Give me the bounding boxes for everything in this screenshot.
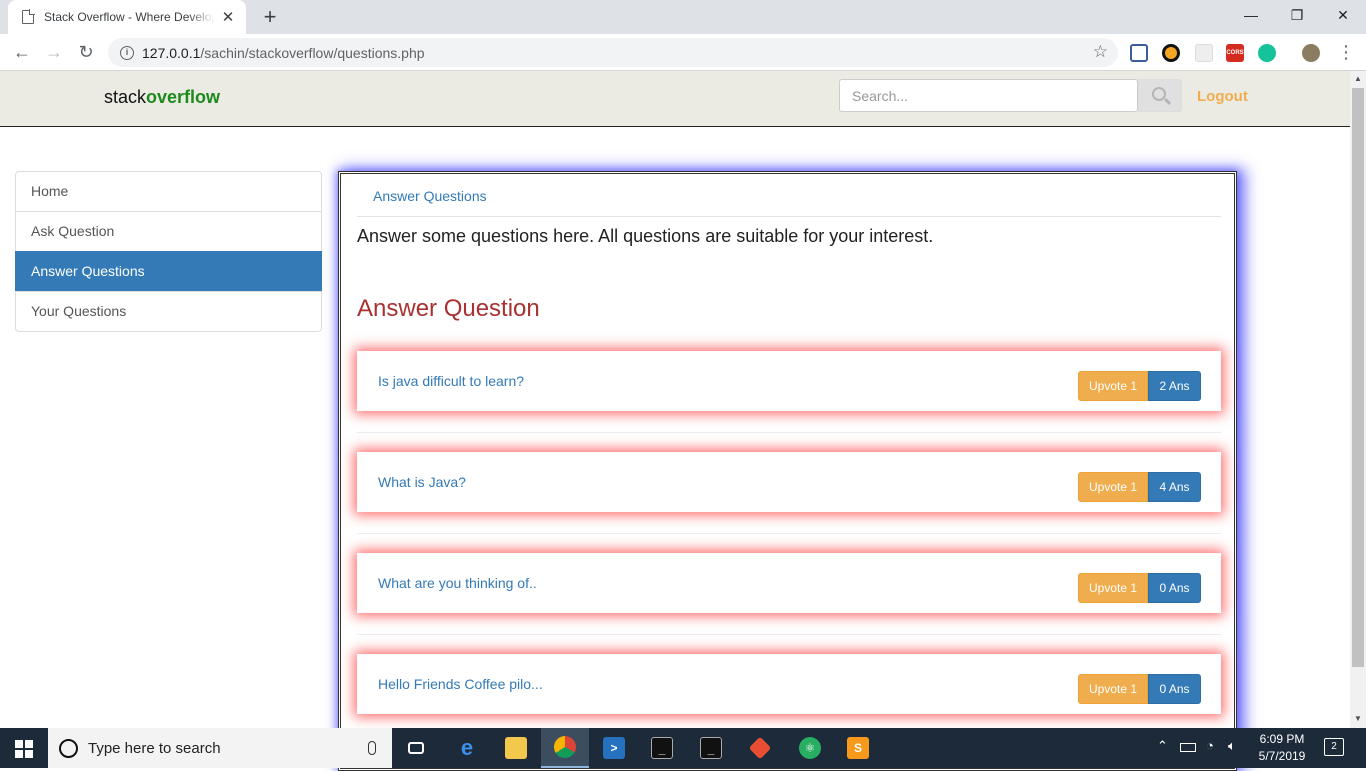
taskbar-clock[interactable]: 6:09 PM 5/7/2019 — [1252, 731, 1312, 765]
file-explorer-icon[interactable] — [492, 728, 540, 768]
edge-browser-icon[interactable]: e — [443, 728, 491, 768]
clock-time: 6:09 PM — [1259, 732, 1305, 746]
page-title: Answer Question — [357, 295, 540, 322]
search-icon — [1152, 87, 1166, 101]
sublime-text-icon[interactable]: S — [834, 728, 882, 768]
question-card: What are you thinking of.. Upvote 1 0 An… — [357, 553, 1221, 613]
page-scrollbar[interactable]: ▲ ▼ — [1350, 71, 1366, 728]
divider — [357, 432, 1221, 433]
task-view-icon[interactable] — [392, 728, 440, 768]
taskbar-search-label: Type here to search — [88, 739, 221, 757]
url-path: /sachin/stackoverflow/questions.php — [200, 44, 425, 61]
forward-icon[interactable]: → — [42, 40, 66, 64]
brand-plain: stack — [104, 87, 147, 107]
answer-count-button[interactable]: 2 Ans — [1148, 371, 1201, 401]
site-navbar: stackoverflow Logout — [0, 71, 1350, 127]
brand-bold: overflow — [146, 87, 221, 107]
extension-icon[interactable] — [1195, 44, 1213, 62]
upvote-button[interactable]: Upvote 1 — [1078, 472, 1148, 502]
terminal-icon[interactable]: _ — [638, 728, 686, 768]
clock-date: 5/7/2019 — [1258, 749, 1306, 763]
cortana-icon — [59, 738, 78, 758]
extension-icon[interactable] — [1162, 44, 1180, 62]
question-card: Is java difficult to learn? Upvote 1 2 A… — [357, 351, 1221, 411]
sidebar-nav: Home Ask Question Answer Questions Your … — [15, 171, 322, 332]
chrome-icon[interactable] — [541, 728, 589, 768]
upvote-button[interactable]: Upvote 1 — [1078, 674, 1148, 704]
sidebar-item-ask-question[interactable]: Ask Question — [15, 211, 322, 252]
upvote-button[interactable]: Upvote 1 — [1078, 371, 1148, 401]
browser-toolbar: ← → ↻ i 127.0.0.1/sachin/stackoverflow/q… — [0, 34, 1366, 71]
restore-icon[interactable]: ❐ — [1274, 0, 1320, 30]
question-title-link[interactable]: What are you thinking of.. — [378, 575, 537, 591]
info-icon[interactable]: i — [120, 45, 134, 60]
divider — [357, 634, 1221, 635]
wifi-icon[interactable]: ◔ — [1206, 738, 1214, 753]
powershell-icon[interactable]: > — [590, 728, 638, 768]
intro-text: Answer some questions here. All question… — [357, 226, 934, 246]
cors-extension-icon[interactable]: CORS — [1226, 44, 1244, 62]
question-card: Hello Friends Coffee pilo... Upvote 1 0 … — [357, 654, 1221, 714]
question-title-link[interactable]: Hello Friends Coffee pilo... — [378, 676, 543, 692]
battery-icon[interactable] — [1180, 743, 1196, 752]
question-title-link[interactable]: Is java difficult to learn? — [378, 373, 524, 389]
url-host: 127.0.0.1 — [142, 44, 201, 61]
answer-count-button[interactable]: 0 Ans — [1148, 674, 1201, 704]
atom-icon[interactable]: ⚛ — [786, 728, 834, 768]
answer-count-button[interactable]: 4 Ans — [1148, 472, 1201, 502]
chevron-up-icon[interactable]: ⌃ — [1157, 738, 1168, 754]
answer-count-button[interactable]: 0 Ans — [1148, 573, 1201, 603]
windows-start-button[interactable] — [0, 728, 48, 768]
browser-tab[interactable]: Stack Overflow - Where Developers ✕ — [8, 0, 246, 34]
brand-logo[interactable]: stackoverflow — [104, 87, 220, 108]
browser-tabstrip: Stack Overflow - Where Developers ✕ + — … — [0, 0, 1366, 34]
git-icon[interactable] — [736, 728, 784, 768]
sidebar-item-your-questions[interactable]: Your Questions — [15, 291, 322, 332]
question-card: What is Java? Upvote 1 4 Ans — [357, 452, 1221, 512]
taskbar-search-box[interactable]: Type here to search — [48, 728, 392, 768]
menu-dots-icon[interactable]: ⋮ — [1334, 40, 1358, 64]
logout-link[interactable]: Logout — [1197, 88, 1248, 105]
search-button[interactable] — [1138, 79, 1182, 112]
sidebar-item-home[interactable]: Home — [15, 171, 322, 212]
profile-avatar[interactable] — [1302, 44, 1320, 62]
minimize-icon[interactable]: — — [1228, 0, 1274, 30]
breadcrumb[interactable]: Answer Questions — [357, 174, 1221, 217]
scroll-down-icon[interactable]: ▼ — [1354, 714, 1362, 723]
sidebar-item-answer-questions[interactable]: Answer Questions — [15, 251, 322, 292]
extension-icon[interactable] — [1130, 44, 1148, 62]
divider — [357, 533, 1221, 534]
back-icon[interactable]: ← — [10, 40, 34, 64]
question-title-link[interactable]: What is Java? — [378, 474, 466, 490]
terminal-icon[interactable]: _ — [687, 728, 735, 768]
reload-icon[interactable]: ↻ — [74, 40, 98, 64]
scroll-up-icon[interactable]: ▲ — [1354, 74, 1362, 83]
new-tab-button[interactable]: + — [258, 4, 282, 30]
windows-taskbar: Type here to search e > _ _ ⚛ S ⌃ ◔ 🔈︎ 6… — [0, 728, 1366, 768]
notification-icon[interactable]: 2 — [1324, 738, 1344, 756]
upvote-button[interactable]: Upvote 1 — [1078, 573, 1148, 603]
volume-icon[interactable]: 🔈︎ — [1228, 738, 1236, 754]
main-panel: Answer Questions Answer some questions h… — [338, 171, 1237, 771]
bookmark-star-icon[interactable]: ☆ — [1093, 42, 1108, 62]
address-bar[interactable]: i 127.0.0.1/sachin/stackoverflow/questio… — [108, 38, 1118, 67]
microphone-icon[interactable] — [368, 741, 376, 755]
page-icon — [22, 9, 35, 24]
grammarly-icon[interactable] — [1258, 44, 1276, 62]
window-close-icon[interactable]: ✕ — [1320, 0, 1366, 30]
tab-title: Stack Overflow - Where Developers — [44, 10, 214, 24]
scrollbar-thumb[interactable] — [1352, 88, 1364, 667]
close-tab-icon[interactable]: ✕ — [220, 8, 236, 26]
search-input[interactable] — [839, 79, 1138, 112]
